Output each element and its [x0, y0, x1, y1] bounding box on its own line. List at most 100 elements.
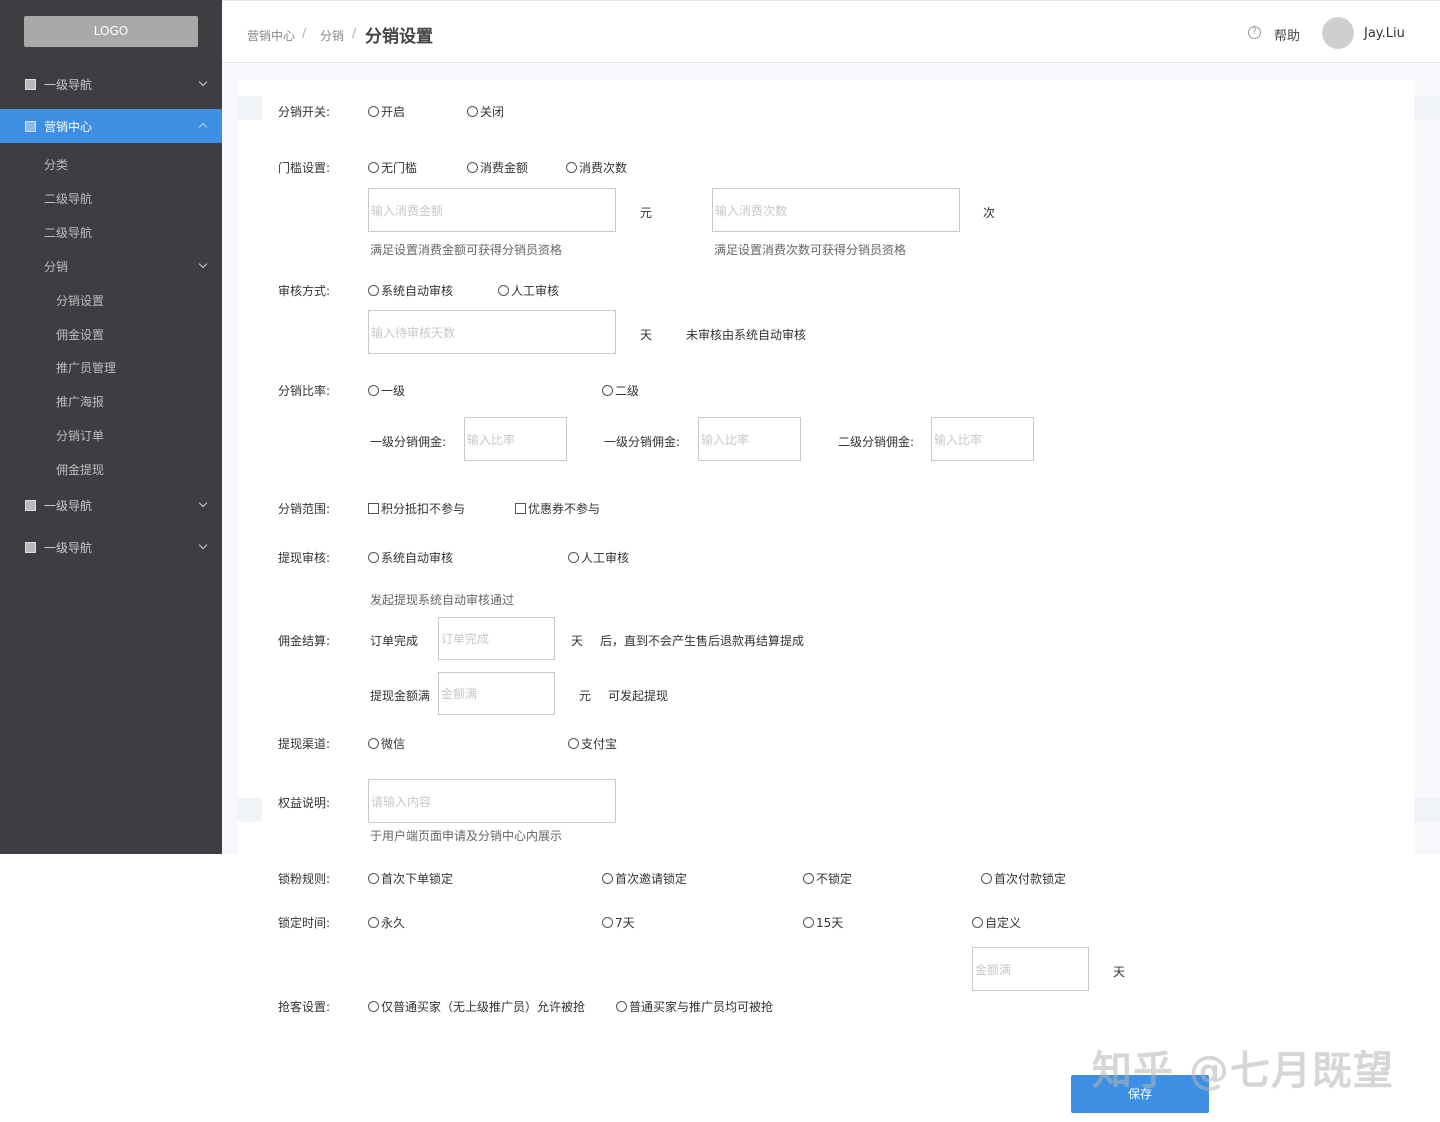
- radio-icon: [368, 873, 379, 884]
- lock-custom-radio[interactable]: 自定义: [972, 914, 1021, 931]
- lock-forever-radio[interactable]: 永久: [368, 914, 405, 931]
- sidebar-item-distribution-orders[interactable]: 分销订单: [56, 427, 104, 444]
- option-label: 系统自动审核: [381, 284, 454, 298]
- page-title: 分销设置: [365, 27, 433, 47]
- ratio-level1-radio[interactable]: 一级: [368, 382, 405, 399]
- avatar[interactable]: [1322, 17, 1354, 49]
- switch-on-radio[interactable]: 开启: [368, 103, 405, 120]
- withdraw-amount-input[interactable]: 金额满: [438, 672, 555, 715]
- nav-square-icon: [25, 120, 36, 132]
- user-name[interactable]: Jay.Liu: [1364, 26, 1405, 41]
- sidebar-item-distribution-settings[interactable]: 分销设置: [56, 292, 104, 309]
- review-days-input[interactable]: 输入待审核天数: [368, 310, 616, 354]
- review-manual-radio[interactable]: 人工审核: [498, 282, 559, 299]
- withdraw-amount-hint: 可发起提现: [608, 689, 669, 703]
- radio-icon: [566, 162, 577, 173]
- grab-only-normal-radio[interactable]: 仅普通买家（无上级推广员）允许被抢: [368, 998, 585, 1015]
- lock-none-radio[interactable]: 不锁定: [803, 870, 852, 887]
- review-auto-radio[interactable]: 系统自动审核: [368, 282, 453, 299]
- option-label: 积分抵扣不参与: [381, 502, 466, 516]
- help-link[interactable]: 帮助: [1274, 25, 1300, 44]
- option-label: 无门槛: [381, 161, 418, 175]
- sidebar-item-label: 一级导航: [44, 498, 93, 513]
- card-edge-decoration: [1414, 798, 1440, 822]
- sidebar-item-marketing[interactable]: 营销中心: [0, 109, 222, 143]
- lock-custom-input[interactable]: 金额满: [972, 947, 1089, 991]
- radio-icon: [602, 917, 613, 928]
- option-label: 普通买家与推广员均可被抢: [629, 1000, 774, 1014]
- sidebar-item-commission-withdraw[interactable]: 佣金提现: [56, 461, 104, 478]
- threshold-none-radio[interactable]: 无门槛: [368, 159, 417, 176]
- commission1-input[interactable]: 输入比率: [464, 417, 567, 461]
- lock-time-label: 锁定时间:: [278, 916, 331, 930]
- withdraw-amount-label: 提现金额满: [370, 689, 431, 703]
- settle-label: 佣金结算:: [278, 634, 331, 648]
- radio-icon: [368, 162, 379, 173]
- lock-first-invite-radio[interactable]: 首次邀请锁定: [602, 870, 687, 887]
- commission2-label: 二级分销佣金:: [838, 435, 915, 449]
- threshold-count-radio[interactable]: 消费次数: [566, 159, 627, 176]
- withdraw-auto-radio[interactable]: 系统自动审核: [368, 549, 453, 566]
- channel-wechat-radio[interactable]: 微信: [368, 735, 405, 752]
- option-label: 消费次数: [579, 161, 628, 175]
- settle-days-input[interactable]: 订单完成: [438, 617, 555, 660]
- help-icon[interactable]: ?: [1248, 26, 1261, 39]
- count-input[interactable]: 输入消费次数: [712, 188, 960, 232]
- sidebar-item-category[interactable]: 分类: [44, 156, 68, 173]
- count-unit: 次: [983, 206, 996, 220]
- radio-icon: [602, 873, 613, 884]
- commission1b-label: 一级分销佣金:: [604, 435, 681, 449]
- radio-icon: [368, 552, 379, 563]
- breadcrumb-marketing[interactable]: 营销中心: [247, 27, 295, 44]
- option-label: 首次付款锁定: [994, 872, 1067, 886]
- grab-label: 抢客设置:: [278, 1000, 331, 1014]
- sidebar-item-nav2b[interactable]: 二级导航: [44, 224, 92, 241]
- withdraw-manual-radio[interactable]: 人工审核: [568, 549, 629, 566]
- amount-input[interactable]: 输入消费金额: [368, 188, 616, 232]
- radio-icon: [803, 917, 814, 928]
- sidebar-item-label: 营销中心: [44, 119, 93, 134]
- lock-7-radio[interactable]: 7天: [602, 914, 635, 931]
- card-edge-decoration: [238, 798, 262, 822]
- review-days-unit: 天: [640, 328, 653, 342]
- chevron-down-icon: [198, 540, 208, 550]
- sidebar-item-promoter-management[interactable]: 推广员管理: [56, 359, 116, 376]
- option-label: 消费金额: [480, 161, 529, 175]
- chevron-down-icon: [198, 259, 208, 269]
- commission1b-input[interactable]: 输入比率: [698, 417, 801, 461]
- breadcrumb-distribution[interactable]: 分销: [320, 27, 344, 44]
- grab-all-radio[interactable]: 普通买家与推广员均可被抢: [616, 998, 773, 1015]
- lock-first-order-radio[interactable]: 首次下单锁定: [368, 870, 453, 887]
- radio-icon: [498, 285, 509, 296]
- withdraw-review-label: 提现审核:: [278, 551, 331, 565]
- radio-icon: [467, 162, 478, 173]
- sidebar-item-nav-bottom1[interactable]: 一级导航: [0, 488, 222, 522]
- sidebar: LOGO 一级导航 营销中心 分类 二级导航 二级导航 分销 分销设置 佣金设置…: [0, 0, 222, 854]
- settle-after-hint: 后，直到不会产生售后退款再结算提成: [600, 634, 805, 648]
- radio-icon: [803, 873, 814, 884]
- scope-points-checkbox[interactable]: 积分抵扣不参与: [368, 500, 465, 517]
- sidebar-item-nav1[interactable]: 一级导航: [0, 67, 222, 101]
- settle-day-unit: 天: [571, 634, 584, 648]
- header: 营销中心 / 分销 / 分销设置 ? 帮助 Jay.Liu: [222, 0, 1440, 63]
- option-label: 微信: [381, 737, 406, 751]
- sidebar-item-commission-settings[interactable]: 佣金设置: [56, 326, 104, 343]
- sidebar-item-nav2a[interactable]: 二级导航: [44, 190, 92, 207]
- sidebar-item-distribution[interactable]: 分销: [44, 258, 214, 275]
- lock-first-pay-radio[interactable]: 首次付款锁定: [981, 870, 1066, 887]
- scope-coupon-checkbox[interactable]: 优惠券不参与: [515, 500, 600, 517]
- option-label: 仅普通买家（无上级推广员）允许被抢: [381, 1000, 586, 1014]
- sidebar-item-nav-bottom2[interactable]: 一级导航: [0, 530, 222, 564]
- rights-label: 权益说明:: [278, 796, 331, 810]
- lock-15-radio[interactable]: 15天: [803, 914, 843, 931]
- rights-hint: 于用户端页面申请及分销中心内展示: [370, 829, 563, 843]
- threshold-amount-radio[interactable]: 消费金额: [467, 159, 528, 176]
- commission2-input[interactable]: 输入比率: [931, 417, 1034, 461]
- option-label: 7天: [615, 916, 635, 930]
- sidebar-item-promotion-poster[interactable]: 推广海报: [56, 393, 104, 410]
- amount-hint: 满足设置消费金额可获得分销员资格: [370, 243, 563, 257]
- rights-input[interactable]: 请输入内容: [368, 779, 616, 823]
- channel-alipay-radio[interactable]: 支付宝: [568, 735, 617, 752]
- switch-off-radio[interactable]: 关闭: [467, 103, 504, 120]
- ratio-level2-radio[interactable]: 二级: [602, 382, 639, 399]
